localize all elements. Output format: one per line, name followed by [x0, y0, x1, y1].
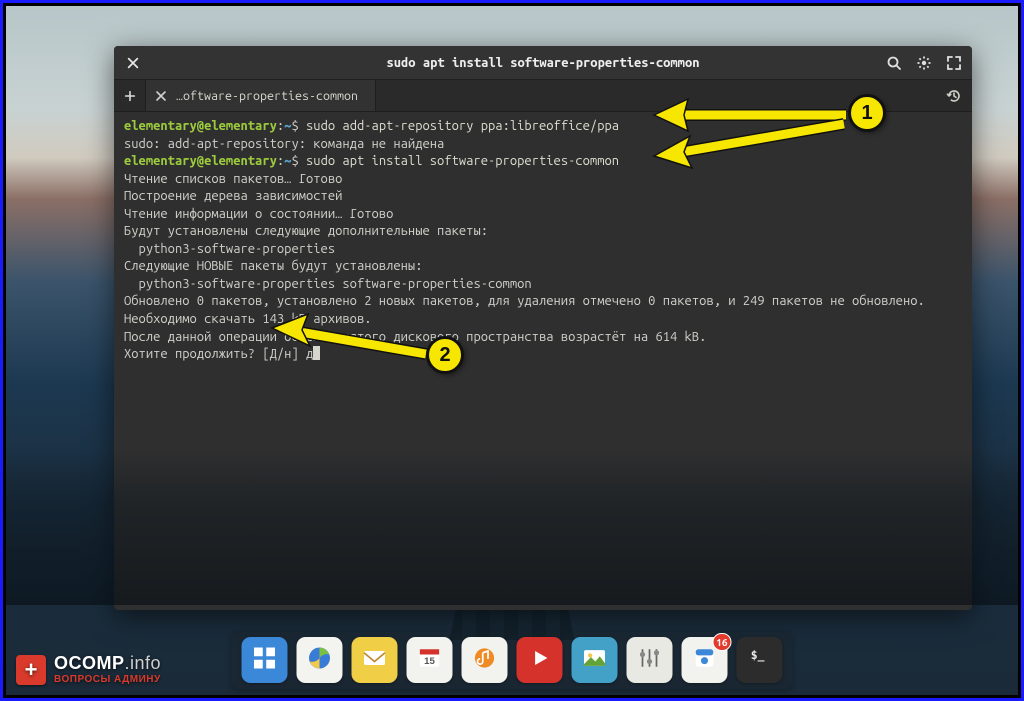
- terminal-output[interactable]: elementary@elementary:~$ sudo add-apt-re…: [114, 112, 972, 610]
- terminal-output-line: Построение дерева зависимостей: [124, 188, 962, 206]
- new-tab-button[interactable]: [114, 80, 146, 111]
- expand-icon: [946, 55, 962, 71]
- dock-app-switchboard[interactable]: [627, 637, 673, 683]
- dock-app-web-browser[interactable]: [297, 637, 343, 683]
- search-icon: [886, 55, 902, 71]
- window-close-button[interactable]: [124, 54, 142, 72]
- dock-app-terminal[interactable]: $_: [737, 637, 783, 683]
- wallpaper-pier: [252, 460, 772, 640]
- dock-app-multitasking[interactable]: [242, 637, 288, 683]
- history-button[interactable]: [936, 80, 972, 111]
- photos-icon: [581, 644, 609, 676]
- search-button[interactable]: [886, 55, 902, 71]
- plus-icon: [123, 89, 137, 103]
- gear-icon: [916, 55, 932, 71]
- terminal-output-line: Чтение информации о состоянии… Готово: [124, 206, 962, 224]
- close-icon: [154, 89, 168, 103]
- window-titlebar: sudo apt install software-properties-com…: [114, 46, 972, 80]
- annotation-callout-1: 1: [848, 94, 886, 132]
- dock-app-appcenter[interactable]: 16: [682, 637, 728, 683]
- dock-app-photos[interactable]: [572, 637, 618, 683]
- multitasking-icon: [251, 644, 279, 676]
- watermark-tagline: ВОПРОСЫ АДМИНУ: [54, 675, 161, 685]
- tab-close-button[interactable]: [154, 89, 168, 103]
- close-icon: [126, 56, 140, 70]
- watermark-logo: +: [16, 655, 46, 685]
- terminal-output-line: Следующие НОВЫЕ пакеты будут установлены…: [124, 258, 962, 276]
- history-icon: [946, 88, 962, 104]
- terminal-cursor: [313, 346, 320, 360]
- terminal-output-line: sudo: add-apt-repository: команда не най…: [124, 136, 962, 154]
- music-icon: [471, 644, 499, 676]
- terminal-window: sudo apt install software-properties-com…: [114, 46, 972, 610]
- terminal-output-line: Хотите продолжить? [Д/н] д: [124, 346, 962, 364]
- terminal-output-line: python3-software-properties software-pro…: [124, 276, 962, 294]
- dock-badge: 16: [712, 633, 731, 651]
- dock-app-music[interactable]: [462, 637, 508, 683]
- calendar-icon: 15: [416, 644, 444, 676]
- mail-icon: [361, 644, 389, 676]
- terminal-icon: $_: [746, 644, 774, 676]
- terminal-command-line: elementary@elementary:~$ sudo add-apt-re…: [124, 118, 962, 136]
- terminal-command-line: elementary@elementary:~$ sudo apt instal…: [124, 153, 962, 171]
- terminal-output-line: Будут установлены следующие дополнительн…: [124, 223, 962, 241]
- settings-button[interactable]: [916, 55, 932, 71]
- terminal-output-line: Обновлено 0 пакетов, установлено 2 новых…: [124, 293, 962, 311]
- watermark-brand: OCOMP.info: [54, 654, 161, 672]
- window-title: sudo apt install software-properties-com…: [114, 56, 972, 70]
- dock: 15 16 $_: [232, 631, 793, 689]
- dock-app-mail[interactable]: [352, 637, 398, 683]
- svg-text:$_: $_: [751, 648, 765, 662]
- terminal-tab[interactable]: …oftware-properties-common: [146, 80, 376, 111]
- terminal-output-line: После данной операции объём занятого дис…: [124, 329, 962, 347]
- svg-text:15: 15: [424, 656, 435, 667]
- dock-app-videos[interactable]: [517, 637, 563, 683]
- tab-title: …oftware-properties-common: [176, 89, 365, 103]
- terminal-output-line: python3-software-properties: [124, 241, 962, 259]
- appcenter-icon: [691, 644, 719, 676]
- dock-app-calendar[interactable]: 15: [407, 637, 453, 683]
- switchboard-icon: [636, 644, 664, 676]
- tab-bar: …oftware-properties-common: [114, 80, 972, 112]
- annotation-callout-2: 2: [426, 336, 464, 374]
- watermark: + OCOMP.info ВОПРОСЫ АДМИНУ: [16, 654, 161, 685]
- maximize-button[interactable]: [946, 55, 962, 71]
- desktop-wallpaper: sudo apt install software-properties-com…: [6, 6, 1018, 695]
- terminal-output-line: Необходимо скачать 143 kB архивов.: [124, 311, 962, 329]
- web-browser-icon: [306, 644, 334, 676]
- videos-icon: [526, 644, 554, 676]
- terminal-output-line: Чтение списков пакетов… Готово: [124, 171, 962, 189]
